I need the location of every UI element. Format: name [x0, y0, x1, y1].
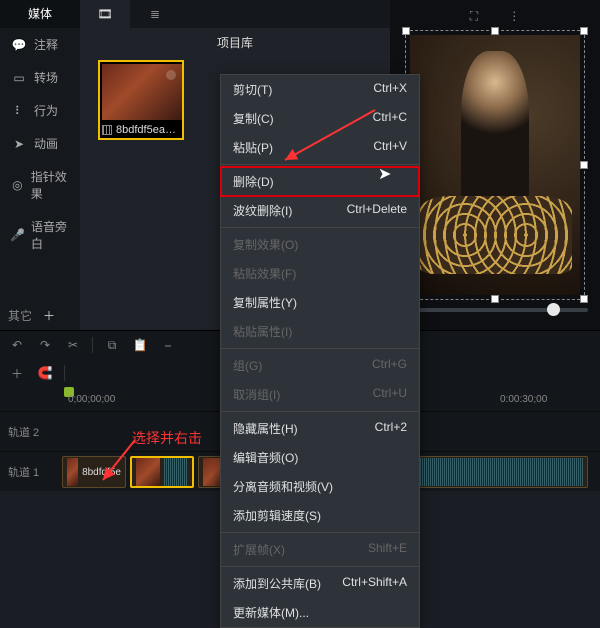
cut-button[interactable]: ✂: [64, 336, 82, 354]
context-menu-item[interactable]: 编辑音频(O): [221, 443, 419, 472]
sidebar-item-animation[interactable]: ➤ 动画: [0, 127, 80, 160]
mediabin-title: 项目库: [80, 28, 390, 57]
mediabin-tab-list[interactable]: ≣: [130, 0, 180, 28]
transition-icon: ▭: [10, 71, 28, 85]
menu-item-label: 组(G): [233, 357, 262, 374]
voiceover-icon: 🎤: [10, 228, 25, 242]
resize-handle[interactable]: [580, 27, 588, 35]
sidebar-item-label: 语音旁白: [31, 218, 70, 252]
context-menu-item: 取消组(I) Ctrl+U: [221, 380, 419, 409]
tutorial-arrow: [95, 430, 225, 490]
menu-item-label: 粘贴效果(F): [233, 265, 296, 282]
clips-icon: 🎞: [97, 7, 112, 21]
sidebar-item-label: 注释: [34, 36, 58, 53]
context-menu-item[interactable]: 分离音频和视频(V): [221, 472, 419, 501]
context-menu-item: 组(G) Ctrl+G: [221, 351, 419, 380]
context-menu-item[interactable]: 波纹删除(I) Ctrl+Delete: [221, 196, 419, 225]
mediabin-tab-clips[interactable]: 🎞: [80, 0, 130, 28]
preview-panel: ⛶ ⋮: [390, 0, 600, 330]
menu-item-shortcut: Shift+E: [368, 541, 407, 558]
menu-item-shortcut: Ctrl+Shift+A: [342, 575, 407, 592]
resize-handle[interactable]: [580, 295, 588, 303]
copy-button[interactable]: ⧉: [103, 336, 121, 354]
menu-item-label: 粘贴属性(I): [233, 323, 292, 340]
settings-icon[interactable]: ⋮: [508, 9, 520, 23]
menu-item-label: 编辑音频(O): [233, 449, 298, 466]
context-menu-item: 粘贴效果(F): [221, 259, 419, 288]
sidebar-item-label: 行为: [34, 102, 58, 119]
clip-thumb: [67, 458, 78, 486]
preview-image: [410, 35, 580, 295]
split-button[interactable]: ⎯: [159, 336, 177, 354]
context-menu-item: 扩展帧(X) Shift+E: [221, 535, 419, 564]
menu-item-label: 粘贴(P): [233, 139, 273, 156]
ruler-tick: 0:00:30;00: [500, 394, 547, 405]
ruler-tick: 0;00;00;00: [68, 394, 115, 405]
menu-item-shortcut: Ctrl+Delete: [347, 202, 407, 219]
sidebar-item-label: 动画: [34, 135, 58, 152]
context-menu-item[interactable]: 添加到公共库(B) Ctrl+Shift+A: [221, 569, 419, 598]
undo-button[interactable]: ↶: [8, 336, 26, 354]
context-menu-item[interactable]: 添加剪辑速度(S): [221, 501, 419, 530]
track-label: 轨道 1: [0, 464, 58, 480]
paste-button[interactable]: 📋: [131, 336, 149, 354]
menu-item-shortcut: Ctrl+U: [373, 386, 407, 403]
thumbnail-image: [102, 64, 182, 120]
menu-item-label: 复制(C): [233, 110, 274, 127]
menu-item-label: 分离音频和视频(V): [233, 478, 333, 495]
menu-item-label: 删除(D): [233, 173, 274, 190]
menu-item-label: 取消组(I): [233, 386, 280, 403]
menu-item-label: 复制属性(Y): [233, 294, 297, 311]
menu-item-label: 添加到公共库(B): [233, 575, 321, 592]
menu-item-label: 隐藏属性(H): [233, 420, 298, 437]
tutorial-arrow-2: [275, 100, 395, 180]
sidebar-item-annotation[interactable]: 💬 注释: [0, 28, 80, 61]
preview-canvas[interactable]: [405, 30, 585, 300]
sidebar-item-label: 转场: [34, 69, 58, 86]
sidebar-other-label: 其它: [8, 307, 32, 324]
add-track-button[interactable]: ＋: [8, 364, 26, 382]
resize-handle[interactable]: [491, 27, 499, 35]
sidebar-other-row: 其它 ＋: [0, 300, 80, 330]
cursor-fx-icon: ◎: [10, 178, 25, 192]
menu-item-shortcut: Ctrl+X: [373, 81, 407, 98]
menu-item-label: 添加剪辑速度(S): [233, 507, 321, 524]
magnet-button[interactable]: 🧲: [36, 364, 54, 382]
thumbnail-filename: 8bdfdf5ea23e0e...: [116, 124, 180, 136]
context-menu-item: 复制效果(O): [221, 230, 419, 259]
context-menu-item[interactable]: 隐藏属性(H) Ctrl+2: [221, 414, 419, 443]
context-menu-item: 粘贴属性(I): [221, 317, 419, 346]
fit-icon[interactable]: ⛶: [470, 9, 478, 24]
menu-item-label: 剪切(T): [233, 81, 272, 98]
track-label: 轨道 2: [0, 424, 58, 440]
animation-icon: ➤: [10, 137, 28, 151]
annotation-icon: 💬: [10, 38, 28, 52]
menu-item-label: 复制效果(O): [233, 236, 298, 253]
resize-handle[interactable]: [580, 161, 588, 169]
sidebar-tab-media[interactable]: 媒体: [0, 0, 80, 28]
sidebar-item-label: 指针效果: [31, 168, 70, 202]
left-sidebar: 媒体 💬 注释 ▭ 转场 ⠇ 行为 ➤ 动画 ◎ 指针效果: [0, 0, 80, 330]
menu-item-label: 更新媒体(M)...: [233, 604, 309, 621]
resize-handle[interactable]: [402, 27, 410, 35]
add-icon[interactable]: ＋: [40, 306, 58, 324]
behavior-icon: ⠇: [10, 104, 28, 118]
list-icon: ≣: [150, 7, 160, 21]
menu-item-label: 波纹删除(I): [233, 202, 292, 219]
context-menu-item[interactable]: 更新媒体(M)...: [221, 598, 419, 627]
sidebar-item-behavior[interactable]: ⠇ 行为: [0, 94, 80, 127]
menu-item-label: 扩展帧(X): [233, 541, 285, 558]
sidebar-item-cursor-fx[interactable]: ◎ 指针效果: [0, 160, 80, 210]
menu-item-shortcut: Ctrl+G: [372, 357, 407, 374]
resize-handle[interactable]: [491, 295, 499, 303]
mouse-cursor-icon: ➤: [378, 164, 391, 184]
media-thumbnail[interactable]: 8bdfdf5ea23e0e...: [98, 60, 184, 140]
clip-wave: [406, 458, 583, 486]
film-icon: [102, 125, 112, 135]
menu-item-shortcut: Ctrl+2: [375, 420, 407, 437]
context-menu-item[interactable]: 复制属性(Y): [221, 288, 419, 317]
sidebar-item-transition[interactable]: ▭ 转场: [0, 61, 80, 94]
redo-button[interactable]: ↷: [36, 336, 54, 354]
sidebar-item-voiceover[interactable]: 🎤 语音旁白: [0, 210, 80, 260]
